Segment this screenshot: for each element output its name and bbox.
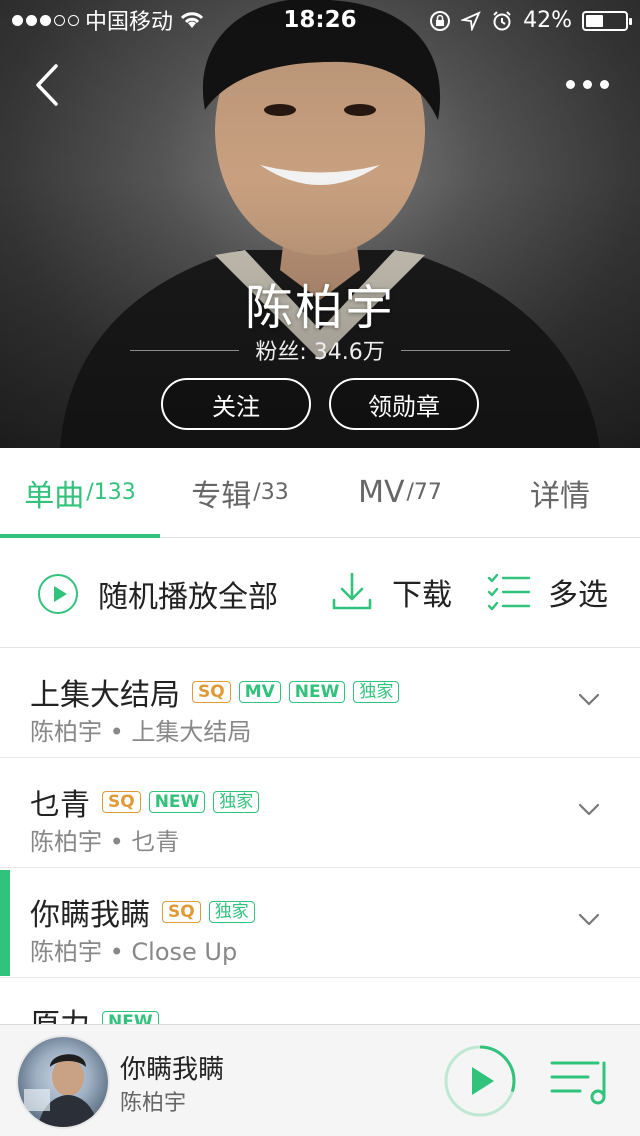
shuffle-play-all-button[interactable]: 随机播放全部 <box>38 572 278 616</box>
mini-player[interactable]: 你瞒我瞒 陈柏宇 <box>0 1024 640 1136</box>
song-subtitle: 陈柏宇 • Close Up <box>30 938 238 966</box>
fans-count: 粉丝: 34.6万 <box>255 340 385 365</box>
checklist-icon <box>487 573 531 611</box>
tab-details[interactable]: 详情 <box>480 448 640 537</box>
new-badge: NEW <box>148 791 206 813</box>
artist-name: 陈柏宇 <box>244 280 395 336</box>
claim-badge-button[interactable]: 领勋章 <box>329 378 479 430</box>
song-title: 你瞒我瞒 <box>30 898 150 933</box>
alarm-icon <box>493 10 511 30</box>
song-title: 乜青 <box>30 788 90 823</box>
exclusive-badge: 独家 <box>208 901 255 923</box>
action-bar: 随机播放全部 下载 多选 <box>0 538 640 648</box>
status-bar: 中国移动 18:26 42% <box>0 0 640 40</box>
fans-row: 粉丝: 34.6万 <box>130 334 511 366</box>
back-icon[interactable] <box>28 60 68 110</box>
sq-badge: SQ <box>192 681 231 703</box>
now-playing-artist: 陈柏宇 <box>120 1091 187 1116</box>
new-badge: NEW <box>288 681 346 703</box>
tab-mv[interactable]: MV/77 <box>320 448 480 537</box>
location-icon <box>461 10 481 31</box>
play-circle-icon <box>38 574 78 614</box>
playlist-icon[interactable] <box>548 1055 614 1107</box>
song-subtitle: 陈柏宇 • 乜青 <box>30 828 180 856</box>
mv-badge[interactable]: MV <box>238 681 281 703</box>
multi-select-button[interactable]: 多选 <box>486 570 608 614</box>
song-row-playing[interactable]: 你瞒我瞒 SQ 独家 陈柏宇 • Close Up <box>0 868 640 978</box>
shuffle-play-label: 随机播放全部 <box>98 580 278 615</box>
battery-percent: 42% <box>523 8 572 33</box>
song-row[interactable]: 上集大结局 SQ MV NEW 独家 陈柏宇 • 上集大结局 <box>0 648 640 758</box>
song-row[interactable]: 乜青 SQ NEW 独家 陈柏宇 • 乜青 <box>0 758 640 868</box>
exclusive-badge: 独家 <box>353 681 400 703</box>
download-button[interactable]: 下载 <box>330 570 452 614</box>
sq-badge: SQ <box>102 791 141 813</box>
sq-badge: SQ <box>162 901 201 923</box>
tab-singles[interactable]: 单曲/133 <box>0 448 160 538</box>
album-art <box>24 1054 98 1127</box>
follow-button[interactable]: 关注 <box>161 378 311 430</box>
lock-rotation-icon <box>430 10 451 31</box>
album-cover[interactable] <box>18 1037 108 1127</box>
tab-bar: 单曲/133 专辑/33 MV/77 详情 <box>0 448 640 538</box>
download-label: 下载 <box>392 578 452 613</box>
play-button[interactable] <box>442 1043 518 1119</box>
song-subtitle: 陈柏宇 • 上集大结局 <box>30 718 252 746</box>
now-playing-title: 你瞒我瞒 <box>120 1055 225 1085</box>
song-title: 上集大结局 <box>30 678 180 713</box>
battery-icon <box>582 10 632 31</box>
exclusive-badge: 独家 <box>213 791 260 813</box>
chevron-down-icon[interactable] <box>578 688 600 710</box>
chevron-down-icon[interactable] <box>578 908 600 930</box>
more-options-icon[interactable] <box>566 72 612 96</box>
artist-header: 中国移动 18:26 42% 陈柏宇 粉丝: 34.6万 关注 领勋章 <box>0 0 640 448</box>
tab-albums[interactable]: 专辑/33 <box>160 448 320 537</box>
chevron-down-icon[interactable] <box>578 798 600 820</box>
download-icon <box>332 572 372 610</box>
multi-select-label: 多选 <box>548 578 608 613</box>
